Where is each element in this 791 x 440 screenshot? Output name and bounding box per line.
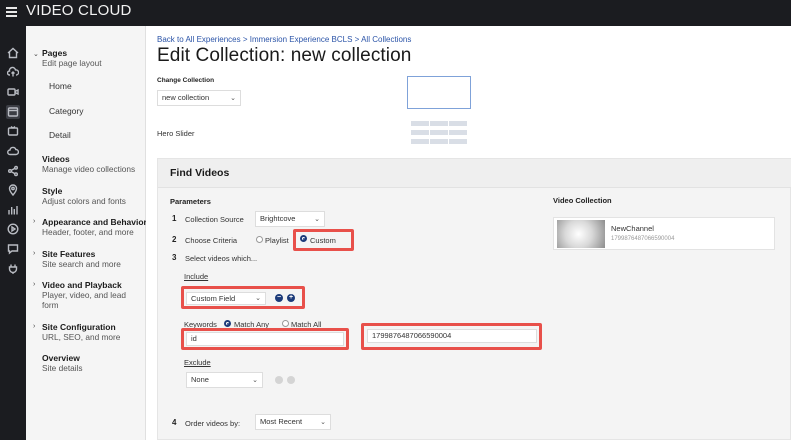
app-title: VIDEO CLOUD [26,2,132,19]
chevron-right-icon: › [33,281,36,288]
sidebar-item-label: Site Configuration [42,322,116,332]
find-videos-panel: Find Videos Parameters 1 Collection Sour… [157,158,791,440]
video-card[interactable]: NewChannel 1799876487066590004 [553,217,775,250]
sidebar-item-label: Overview [42,353,80,363]
chevron-right-icon: › [33,218,36,225]
chevron-down-icon: ⌄ [252,377,258,384]
change-collection-label: Change Collection [157,77,215,84]
sidebar-subitem-detail[interactable]: Detail [49,130,71,140]
match-any-radio[interactable] [224,320,231,327]
order-videos-label: Order videos by: [185,419,241,428]
sidebar-item-description: Site search and more [42,259,121,269]
home-icon[interactable] [6,46,20,60]
sidebar-subitem-home[interactable]: Home [49,81,72,91]
tv-icon[interactable] [6,124,20,138]
breadcrumb[interactable]: Back to All Experiences > Immersion Expe… [157,35,411,44]
find-videos-title: Find Videos [170,167,230,179]
sidebar-item-label: Videos [42,154,70,164]
sidebar: ⌄ Pages Edit page layout Home Category D… [26,26,147,440]
change-collection-select[interactable]: new collection ⌄ [157,90,241,106]
select-value: None [191,375,209,384]
playlist-radio-label[interactable]: Playlist [265,236,289,245]
video-icon[interactable] [6,85,20,99]
step-number: 3 [172,253,177,262]
remove-criteria-button[interactable]: − [275,294,283,302]
sidebar-item-description: form [42,300,59,310]
sidebar-item-description: Manage video collections [42,164,136,174]
plugin-icon[interactable] [6,262,20,276]
main-panel: Back to All Experiences > Immersion Expe… [146,26,791,440]
order-videos-select[interactable]: Most Recent ⌄ [255,414,331,430]
field-value-input[interactable]: 1799876487066590004 [367,329,537,343]
sidebar-item-description: Site details [42,363,83,373]
play-icon[interactable] [6,222,20,236]
custom-radio-label[interactable]: Custom [310,236,336,245]
exclude-label: Exclude [184,358,211,367]
cloud-icon[interactable] [6,144,20,158]
parameters-label: Parameters [170,197,211,206]
experiences-icon[interactable] [6,105,20,119]
layout-thumbnail-selected[interactable] [407,76,471,109]
sidebar-item-label: Pages [42,48,68,58]
match-all-radio[interactable] [282,320,289,327]
chevron-down-icon: ⌄ [255,295,261,302]
include-label: Include [184,272,209,281]
share-icon[interactable] [6,164,20,178]
select-value: Most Recent [260,417,303,426]
chevron-down-icon: ⌄ [230,95,236,102]
page-title: Edit Collection: new collection [157,45,412,66]
add-exclude-button[interactable] [287,376,295,384]
chevron-right-icon: › [33,250,36,257]
top-bar: VIDEO CLOUD [0,0,791,26]
video-collection-title: Video Collection [553,196,612,205]
select-value: Brightcove [260,214,296,223]
location-icon[interactable] [6,183,20,197]
sidebar-item-label: Site Features [42,249,96,259]
select-value: new collection [162,93,210,102]
sidebar-item-label: Appearance and Behavior [42,217,147,227]
sidebar-item-label: Style [42,186,63,196]
layout-thumbnail-grid[interactable] [407,115,471,151]
video-name: NewChannel [611,224,654,233]
field-name-input[interactable]: id [186,332,344,346]
select-videos-label: Select videos which... [185,254,258,263]
playlist-radio[interactable] [256,236,263,243]
analytics-icon[interactable] [6,203,20,217]
step-number: 2 [172,235,177,244]
video-id: 1799876487066590004 [611,236,675,242]
menu-icon[interactable] [6,7,17,17]
collection-source-label: Collection Source [185,215,244,224]
sidebar-item-description: Adjust colors and fonts [42,196,126,206]
step-number: 1 [172,214,177,223]
sidebar-item-description: Header, footer, and more [42,227,134,237]
icon-rail [0,26,26,440]
upload-icon[interactable] [6,65,20,79]
sidebar-item-description: URL, SEO, and more [42,332,121,342]
select-value: Custom Field [191,294,236,303]
collection-source-select[interactable]: Brightcove ⌄ [255,211,325,227]
step-number: 4 [172,418,177,427]
hero-slider-label: Hero Slider [157,129,195,138]
chevron-down-icon: ⌄ [33,51,39,58]
chevron-down-icon: ⌄ [320,419,326,426]
chat-icon[interactable] [6,242,20,256]
remove-exclude-button[interactable] [275,376,283,384]
sidebar-subitem-category[interactable]: Category [49,106,84,116]
chevron-right-icon: › [33,323,36,330]
sidebar-item-label: Video and Playback [42,280,122,290]
choose-criteria-label: Choose Criteria [185,236,238,245]
custom-radio[interactable] [300,235,307,242]
video-thumbnail [557,220,605,248]
sidebar-item-description: Edit page layout [42,58,102,68]
chevron-down-icon: ⌄ [314,216,320,223]
find-videos-header: Find Videos [158,159,791,188]
sidebar-item-description: Player, video, and lead [42,290,126,300]
add-criteria-button[interactable]: + [287,294,295,302]
exclude-select[interactable]: None ⌄ [186,372,263,388]
include-field-select[interactable]: Custom Field ⌄ [186,292,266,305]
